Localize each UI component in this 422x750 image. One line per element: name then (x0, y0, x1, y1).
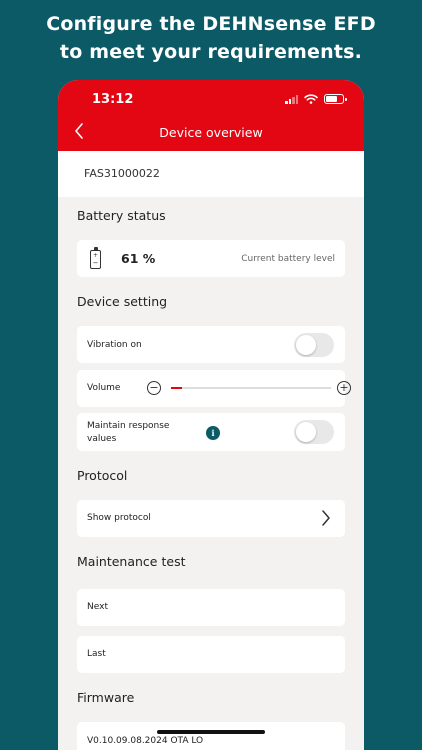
maintenance-last-label: Last (87, 649, 106, 659)
vibration-toggle[interactable] (294, 332, 334, 357)
page-title: Device overview (159, 125, 263, 140)
firmware-version: V0.10.09.08.2024 OTA LO (87, 736, 204, 746)
wifi-icon (304, 94, 318, 104)
device-setting-section-title: Device setting (77, 294, 168, 309)
firmware-section-title: Firmware (77, 690, 135, 705)
phone-screen: 13:12 Device overview FAS31000022 Batter… (58, 80, 364, 750)
maintenance-next-label: Next (87, 602, 108, 612)
maintain-response-toggle[interactable] (294, 420, 334, 444)
headline-line-2: to meet your requirements. (59, 41, 363, 63)
battery-level-caption: Current battery level (241, 254, 335, 264)
volume-slider[interactable] (171, 387, 331, 389)
app-header: 13:12 Device overview (58, 80, 364, 151)
volume-row: Volume − + (77, 370, 351, 407)
maintain-response-label: Maintain response values (87, 420, 169, 446)
volume-slider-fill (171, 387, 183, 389)
maintain-response-label-line-1: Maintain response (87, 421, 170, 431)
maintenance-last-row: Last (77, 636, 345, 673)
vibration-row: Vibration on (77, 326, 345, 363)
home-indicator (157, 730, 265, 734)
show-protocol-row[interactable]: Show protocol (77, 500, 345, 537)
maintenance-next-row: Next (77, 589, 345, 626)
battery-card: + − 61 % Current battery level (77, 240, 345, 277)
headline: Configure the DEHNsense EFD to meet your… (0, 10, 422, 66)
battery-level-value: 61 % (121, 251, 156, 266)
cellular-signal-icon (285, 94, 298, 104)
battery-icon: + − (90, 247, 101, 269)
info-icon[interactable]: i (206, 426, 220, 440)
volume-decrease-button[interactable]: − (147, 381, 161, 395)
status-time: 13:12 (92, 92, 134, 107)
status-icons (285, 94, 347, 104)
show-protocol-label: Show protocol (87, 513, 151, 523)
device-serial: FAS31000022 (84, 167, 160, 180)
device-serial-row: FAS31000022 (58, 151, 364, 197)
firmware-row: V0.10.09.08.2024 OTA LO (77, 722, 345, 750)
maintenance-section-title: Maintenance test (77, 554, 186, 569)
maintain-response-label-line-2: values (87, 434, 117, 444)
maintain-response-row: Maintain response values i (77, 413, 345, 451)
protocol-section-title: Protocol (77, 468, 128, 483)
volume-increase-button[interactable]: + (337, 381, 351, 395)
status-battery-icon (324, 94, 347, 104)
chevron-right-icon (322, 510, 330, 526)
battery-section-title: Battery status (77, 208, 166, 223)
volume-label: Volume (87, 383, 121, 393)
vibration-label: Vibration on (87, 340, 142, 350)
headline-line-1: Configure the DEHNsense EFD (46, 13, 376, 35)
